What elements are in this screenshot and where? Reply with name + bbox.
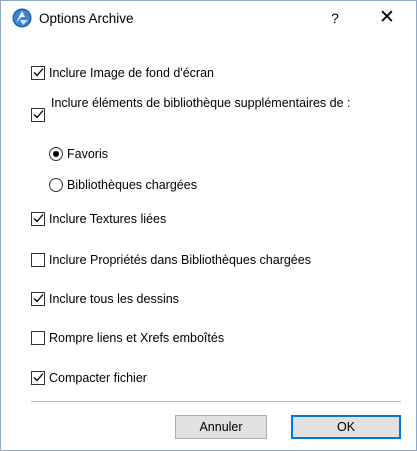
checkmark-icon bbox=[33, 214, 44, 223]
checkbox-box[interactable] bbox=[31, 331, 45, 345]
checkbox-box[interactable] bbox=[31, 66, 45, 80]
include-background-checkbox[interactable]: Inclure Image de fond d'écran bbox=[31, 64, 214, 82]
checkbox-box[interactable] bbox=[31, 212, 45, 226]
window-title: Options Archive bbox=[39, 11, 134, 26]
checkbox-box[interactable] bbox=[31, 253, 45, 267]
include-properties-checkbox[interactable]: Inclure Propriétés dans Bibliothèques ch… bbox=[31, 251, 311, 269]
close-icon: ✕ bbox=[379, 7, 395, 28]
include-drawings-checkbox[interactable]: Inclure tous les dessins bbox=[31, 290, 179, 308]
ok-button[interactable]: OK bbox=[291, 415, 401, 439]
include-properties-label: Inclure Propriétés dans Bibliothèques ch… bbox=[49, 253, 311, 267]
radio-favorites[interactable]: Favoris bbox=[49, 145, 108, 163]
include-textures-checkbox[interactable]: Inclure Textures liées bbox=[31, 210, 166, 228]
close-button[interactable]: ✕ bbox=[368, 5, 406, 31]
checkmark-icon bbox=[33, 68, 44, 77]
break-links-checkbox[interactable]: Rompre liens et Xrefs emboîtés bbox=[31, 329, 224, 347]
checkmark-icon bbox=[33, 110, 44, 119]
compact-file-label: Compacter fichier bbox=[49, 371, 147, 385]
radio-button[interactable] bbox=[49, 178, 63, 192]
help-button[interactable]: ? bbox=[319, 5, 351, 31]
radio-loaded-label: Bibliothèques chargées bbox=[67, 178, 197, 192]
include-library-label: Inclure éléments de bibliothèque supplém… bbox=[51, 96, 351, 110]
title-bar: Options Archive ? ✕ bbox=[1, 1, 416, 35]
options-archive-dialog: Options Archive ? ✕ Inclure Image de fon… bbox=[0, 0, 417, 451]
checkbox-box[interactable] bbox=[31, 371, 45, 385]
compact-file-checkbox[interactable]: Compacter fichier bbox=[31, 369, 147, 387]
checkmark-icon bbox=[33, 294, 44, 303]
break-links-label: Rompre liens et Xrefs emboîtés bbox=[49, 331, 225, 345]
divider bbox=[31, 401, 401, 402]
radio-favorites-label: Favoris bbox=[67, 147, 108, 161]
radio-button[interactable] bbox=[49, 147, 63, 161]
include-textures-label: Inclure Textures liées bbox=[49, 212, 167, 226]
radio-selected-dot bbox=[53, 151, 59, 157]
archicad-logo-icon bbox=[12, 8, 32, 28]
radio-loaded-libraries[interactable]: Bibliothèques chargées bbox=[49, 176, 197, 194]
cancel-button[interactable]: Annuler bbox=[175, 415, 267, 439]
checkbox-box[interactable] bbox=[31, 108, 45, 122]
checkmark-icon bbox=[33, 373, 44, 382]
checkbox-box[interactable] bbox=[31, 292, 45, 306]
include-drawings-label: Inclure tous les dessins bbox=[49, 292, 179, 306]
include-background-label: Inclure Image de fond d'écran bbox=[49, 66, 214, 80]
